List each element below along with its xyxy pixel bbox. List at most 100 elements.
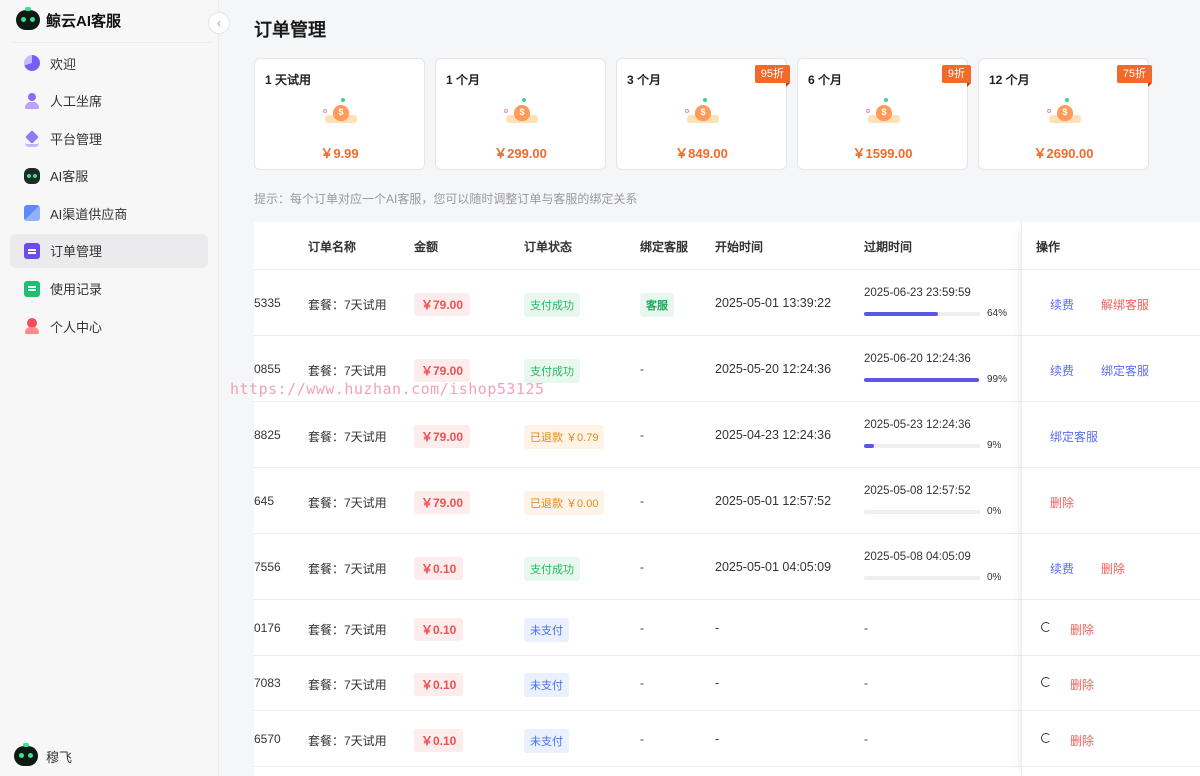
plan-card[interactable]: 6 个月 ￥1599.00 9折 <box>797 58 972 170</box>
plan-card[interactable]: 1 天试用 ￥9.99 <box>254 58 425 170</box>
bound-service: - <box>640 676 644 691</box>
header-status: 订单状态 <box>524 240 573 254</box>
progress-fill <box>864 378 979 382</box>
page-title: 订单管理 <box>254 20 326 40</box>
action-button[interactable]: 续费 <box>1050 560 1074 577</box>
progress-fill <box>864 312 939 316</box>
start-time: - <box>715 676 720 691</box>
header-bound: 绑定客服 <box>640 240 689 254</box>
action-button[interactable]: 删除 <box>1101 560 1125 577</box>
order-amount: ￥79.00 <box>414 425 471 448</box>
discount-badge: 9折 <box>941 65 972 87</box>
order-id: 0855 <box>254 362 281 376</box>
order-name: 套餐：7天试用 <box>308 430 387 444</box>
start-time: 2025-05-01 04:05:09 <box>715 560 832 574</box>
header-ops: 操作 <box>1036 240 1061 254</box>
plan-card[interactable]: 12 个月 ￥2690.00 75折 <box>978 58 1153 170</box>
order-icon <box>21 240 40 259</box>
record-icon <box>24 280 40 297</box>
progress-percent: 64% <box>987 308 1008 319</box>
status-badge: 未支付 <box>524 617 569 642</box>
sidebar-item[interactable]: AI客服 <box>10 159 208 193</box>
action-button[interactable]: 删除 <box>1070 732 1094 749</box>
expire-time: 2025-06-20 12:24:36 <box>864 353 971 365</box>
person-icon <box>24 318 40 335</box>
sidebar-item[interactable]: 个人中心 <box>10 309 208 343</box>
sidebar-item[interactable]: 平台管理 <box>10 121 208 155</box>
sidebar-item[interactable]: 使用记录 <box>10 272 208 306</box>
order-name: 套餐：7天试用 <box>308 562 387 576</box>
sidebar-item[interactable]: 欢迎 <box>10 46 208 80</box>
collapse-sidebar-button[interactable]: ‹ <box>208 12 230 34</box>
header-name: 订单名称 <box>308 240 357 254</box>
plan-price: ￥1599.00 <box>852 146 913 161</box>
plan-card[interactable]: 1 个月 ￥299.00 <box>435 58 606 170</box>
brand[interactable]: 鲸云AI客服 <box>16 7 122 32</box>
progress-bar <box>864 444 980 448</box>
status-badge: 支付成功 <box>524 293 580 317</box>
order-name: 套餐：7天试用 <box>308 364 387 378</box>
order-amount: ￥79.00 <box>414 359 471 382</box>
plan-card[interactable]: 3 个月 ￥849.00 95折 <box>616 58 791 170</box>
sidebar-item-label: 欢迎 <box>50 56 77 72</box>
order-id: 6570 <box>254 731 281 746</box>
sidebar-item[interactable]: 人工坐席 <box>10 84 208 118</box>
robot-logo-icon <box>16 7 40 30</box>
progress-bar <box>864 378 980 382</box>
plan-name: 12 个月 <box>989 73 1030 87</box>
order-amount: ￥0.10 <box>414 728 464 752</box>
expire-time: 2025-05-08 12:57:52 <box>864 485 971 497</box>
status-badge: 未支付 <box>524 673 569 698</box>
loading-icon <box>1041 621 1051 632</box>
expire-time: 2025-06-23 23:59:59 <box>864 287 971 299</box>
order-id: 8825 <box>254 428 281 442</box>
plan-name: 1 天试用 <box>265 73 312 87</box>
money-bag-icon <box>504 97 540 127</box>
expire-time: - <box>864 620 868 635</box>
pie-chart-icon <box>24 55 40 71</box>
order-id: 0176 <box>254 620 281 635</box>
start-time: 2025-04-23 12:24:36 <box>715 428 832 442</box>
table-row: 645 套餐：7天试用 ￥79.00 已退款 ￥0.00 - 2025-05-01 12:… <box>254 468 1200 534</box>
plan-price: ￥299.00 <box>494 146 547 161</box>
avatar <box>14 743 38 766</box>
progress-percent: 0% <box>987 572 1002 583</box>
action-button[interactable]: 解绑客服 <box>1101 296 1149 313</box>
progress-fill <box>864 444 875 448</box>
order-name: 套餐：7天试用 <box>308 733 387 748</box>
robot-icon <box>24 167 40 184</box>
action-button[interactable]: 删除 <box>1070 676 1094 693</box>
table-row: 0176 套餐：7天试用 ￥0.10 未支付 - - - 删除 <box>254 600 1200 656</box>
bound-service: - <box>640 494 644 508</box>
table-row: 6570 套餐：7天试用 ￥0.10 未支付 - - - 删除 <box>254 711 1200 767</box>
action-button[interactable]: 绑定客服 <box>1050 428 1098 445</box>
progress-percent: 9% <box>987 440 1002 451</box>
app-name: 鲸云AI客服 <box>46 12 122 30</box>
action-button[interactable]: 删除 <box>1050 494 1074 511</box>
order-id: 7556 <box>254 560 281 574</box>
action-button[interactable]: 续费 <box>1050 296 1074 313</box>
plan-name: 6 个月 <box>808 73 843 87</box>
sidebar-item[interactable]: AI渠道供应商 <box>10 196 208 230</box>
action-button[interactable]: 删除 <box>1070 621 1094 638</box>
expire-time: 2025-05-23 12:24:36 <box>864 419 971 431</box>
plan-cards: 1 天试用 ￥9.99 1 个月 ￥299.00 3 个月 ￥849.00 95折 6 个月 ￥… <box>254 58 1153 170</box>
header-start: 开始时间 <box>715 240 764 254</box>
start-time: - <box>715 620 720 635</box>
sidebar-item[interactable]: 订单管理 <box>10 233 208 268</box>
sidebar-item-label: 人工坐席 <box>50 94 103 110</box>
cube-icon <box>24 205 40 222</box>
sidebar-menu: 欢迎人工坐席平台管理 AI客服 AI渠道供应商 订单管理使用记录个人中心 <box>10 46 208 347</box>
start-time: 2025-05-01 12:57:52 <box>715 494 832 508</box>
action-button[interactable]: 绑定客服 <box>1101 362 1149 379</box>
user-profile[interactable]: 穆飞 <box>14 743 72 766</box>
plan-price: ￥849.00 <box>675 146 728 161</box>
expire-time: - <box>864 731 868 746</box>
order-amount: ￥79.00 <box>414 293 471 316</box>
sidebar-item-label: 个人中心 <box>50 319 103 335</box>
order-amount: ￥0.10 <box>414 673 464 697</box>
table-row: 5335 套餐：7天试用 ￥79.00 支付成功 客服 2025-05-01 13:39:… <box>254 270 1200 336</box>
start-time: 2025-05-20 12:24:36 <box>715 362 832 376</box>
action-button[interactable]: 续费 <box>1050 362 1074 379</box>
order-name: 套餐：7天试用 <box>308 298 387 312</box>
